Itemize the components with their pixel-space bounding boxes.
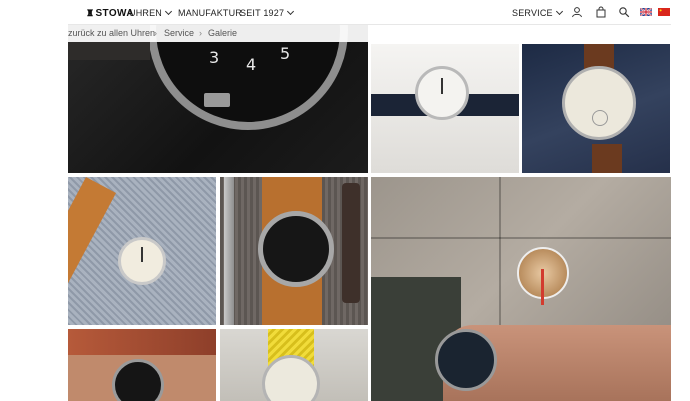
- gallery-image-wrist-brown-strap[interactable]: [522, 44, 670, 173]
- gallery-image-wrist-tiles-drink[interactable]: [371, 177, 671, 401]
- site-header: ♜STOWA UHREN MANUFAKTUR SEIT 1927 SERVIC…: [68, 0, 671, 25]
- watch-numeral-4: 4: [246, 55, 257, 74]
- breadcrumb-item-service[interactable]: Service: [164, 25, 194, 42]
- nav-item-seit-1927[interactable]: SEIT 1927: [240, 7, 295, 18]
- drink-straw: [541, 269, 544, 305]
- strap-tan: [68, 177, 117, 325]
- gallery-image-chronograph-arm[interactable]: [68, 329, 216, 401]
- watch-hand: [141, 247, 143, 262]
- breadcrumb-back-link[interactable]: zurück zu allen Uhren: [68, 25, 155, 42]
- watch-case: [258, 211, 334, 287]
- screwdriver-tool: [224, 177, 234, 325]
- watch-hand: [441, 78, 443, 94]
- gallery-image-flieger-with-tools[interactable]: [220, 177, 368, 325]
- chevron-down-icon: [164, 7, 173, 16]
- page: 3 4 5 ♜STOWA UHREN MANUFAKTUR SEIT 1927 …: [0, 0, 690, 401]
- watch-subdial: [592, 110, 608, 126]
- user-icon[interactable]: [571, 6, 583, 18]
- watch-case: [435, 329, 497, 391]
- nav-item-manufaktur[interactable]: MANUFAKTUR: [178, 8, 242, 18]
- nav-item-service[interactable]: SERVICE: [512, 7, 563, 18]
- brand-logo[interactable]: ♜STOWA: [86, 8, 134, 19]
- watch-case: [562, 66, 636, 140]
- chevron-down-icon: [287, 7, 295, 16]
- watch-crown: [204, 93, 230, 107]
- breadcrumb-separator-icon: ›: [154, 28, 157, 38]
- gallery-image-yellow-perlon-strap[interactable]: [220, 329, 368, 401]
- breadcrumb-item-galerie: Galerie: [208, 28, 238, 38]
- nav-label: SEIT 1927: [240, 8, 285, 18]
- flag-china-icon[interactable]: [658, 8, 670, 16]
- breadcrumb: zurück zu allen Uhren › Service › Galeri…: [68, 25, 368, 42]
- nav-label: SERVICE: [512, 8, 553, 18]
- gallery-image-white-dial-watch[interactable]: [371, 44, 519, 173]
- gallery-image-tan-strap-watch[interactable]: [68, 177, 216, 325]
- nav-label: MANUFAKTUR: [178, 8, 243, 18]
- nav-item-uhren[interactable]: UHREN: [129, 7, 173, 18]
- flag-uk-icon[interactable]: [640, 8, 652, 16]
- spare-strap: [342, 183, 360, 303]
- chevron-down-icon: [555, 7, 563, 16]
- nav-label: UHREN: [129, 8, 163, 18]
- strap-brown-bottom: [592, 144, 622, 173]
- watch-numeral-3: 3: [209, 48, 220, 67]
- logo-mark-icon: ♜: [86, 8, 95, 18]
- shopping-bag-icon[interactable]: [595, 6, 607, 18]
- search-icon[interactable]: [618, 6, 630, 18]
- breadcrumb-separator-icon: ›: [199, 28, 202, 38]
- watch-numeral-5: 5: [280, 44, 291, 63]
- tile-grout-h: [371, 237, 671, 239]
